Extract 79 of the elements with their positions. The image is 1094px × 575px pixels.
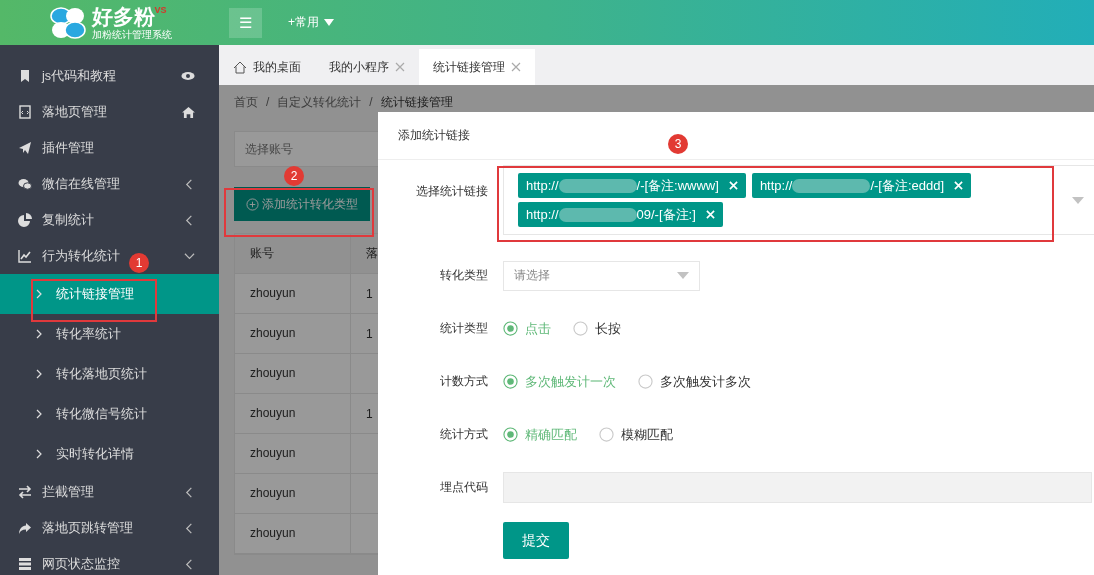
eye-icon [181,71,195,81]
plane-icon [18,141,32,155]
table-cell: zhouyun [235,394,351,433]
sidebar-item[interactable]: 落地页管理 [42,103,107,121]
remove-icon[interactable] [954,181,964,190]
type-select[interactable]: 请选择 [503,260,700,291]
submenu-item[interactable]: 转化微信号统计 [0,394,219,434]
chevron-right-icon [36,329,42,339]
home-icon [182,106,195,118]
link-tag: http:// /-[备注:eddd] [751,173,972,198]
radio-option[interactable]: 长按 [573,319,621,338]
radio-option[interactable]: 多次触发计多次 [638,372,751,391]
radio-option[interactable]: 模糊匹配 [599,425,673,444]
breadcrumb-link[interactable]: 自定义转化统计 [277,93,362,111]
table-cell: zhouyun [235,354,351,393]
close-icon[interactable] [395,62,405,72]
share-icon [18,521,32,535]
code-input-field[interactable] [503,472,1092,503]
column-header: 账号 [235,234,351,273]
page-tab[interactable]: 我的桌面 [219,49,315,85]
chevron-right-icon [36,409,42,419]
chart-icon [18,249,32,263]
server-icon [18,557,32,571]
sidebar-item[interactable]: 微信在线管理 [42,175,120,193]
link-select[interactable]: http:// /-[备注:wwww] http:// /-[备注:eddd] http:// 09/-[备注:] [503,165,1094,235]
bookmark-icon [18,69,32,83]
column-header: 落 [365,245,378,262]
chevron-right-icon [36,449,42,459]
home-icon [233,60,247,74]
swap-icon [18,485,32,499]
field-label: 选择统计链接 [415,183,489,200]
page-tab[interactable]: 我的小程序 [315,49,419,85]
chevron-right-icon [36,289,42,299]
submenu-item[interactable]: 转化率统计 [0,314,219,354]
chat-icon [18,177,32,191]
submit-button[interactable]: 提交 [503,522,569,559]
version-label: VS [154,4,167,15]
breadcrumb-separator: / [369,95,373,109]
submenu-item[interactable]: 实时转化详情 [0,434,219,474]
link-tag: http:// 09/-[备注:] [518,202,723,227]
sidebar-item[interactable]: js代码和教程 [42,67,117,85]
close-icon[interactable] [511,62,521,72]
sidebar-item[interactable]: 拦截管理 [42,483,94,501]
code-icon [18,105,32,119]
field-label: 埋点代码 [439,479,489,496]
table-cell-text: 1 [365,286,373,301]
sidebar-item[interactable]: 行为转化统计 [42,247,120,265]
sidebar-item[interactable]: 落地页跳转管理 [42,519,133,537]
sidebar-item[interactable]: 插件管理 [42,139,94,157]
breadcrumb-separator: / [266,95,270,109]
table-cell: zhouyun [235,434,351,473]
table-cell: zhouyun [235,314,351,353]
dropdown-arrow-icon [1072,196,1084,204]
submenu-item[interactable]: 统计链接管理 [0,274,219,314]
page-tab[interactable]: 统计链接管理 [419,49,535,85]
breadcrumb-current: 统计链接管理 [380,93,453,111]
dropdown-arrow-icon [677,272,689,279]
table-cell: zhouyun [235,474,351,513]
plus-circle-icon [246,197,259,211]
field-label: 统计方式 [439,426,489,443]
logo-text: 好多粉 [91,4,155,29]
chevron-right-icon [36,369,42,379]
sidebar-item[interactable]: 网页状态监控 [42,555,120,573]
pie-icon [18,213,32,227]
logo-subtitle: 加粉统计管理系统 [91,28,172,41]
remove-icon[interactable] [705,210,715,219]
table-cell-text: 1 [365,326,373,341]
field-label: 计数方式 [439,373,489,390]
field-label: 转化类型 [439,267,489,284]
remove-icon[interactable] [728,181,738,190]
link-tag: http:// /-[备注:wwww] [518,173,746,198]
sidebar-item[interactable]: 复制统计 [42,211,94,229]
field-label: 统计类型 [439,320,489,337]
submenu-item[interactable]: 转化落地页统计 [0,354,219,394]
table-cell: zhouyun [235,274,351,313]
table-cell-text: 1 [365,406,373,421]
table-cell: zhouyun [235,514,351,553]
caret-icon [324,19,334,26]
breadcrumb-link[interactable]: 首页 [234,93,258,111]
